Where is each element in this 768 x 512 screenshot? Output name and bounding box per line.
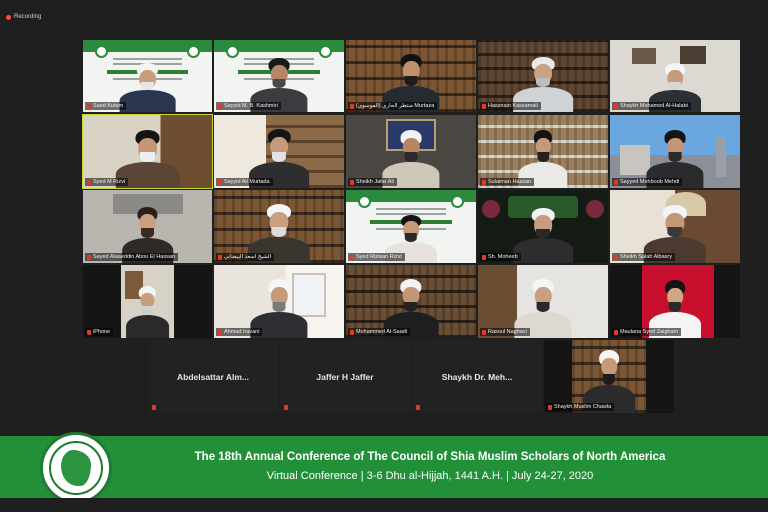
conference-banner [0,436,768,498]
participant-label: Sayyid M. B. Kashmiri [216,102,281,110]
video-tile-camera-off[interactable]: Jaffer H Jaffer [280,340,410,413]
mic-muted-icon [87,179,91,185]
video-tile[interactable]: Sulaiman Hassan [478,115,608,188]
video-tile[interactable]: Saed Kutam [83,40,212,112]
mic-muted-icon [614,254,618,260]
participant-label: Hassnain Kassamali [480,102,541,110]
participant-name-display: Abdelsattar Alm... [177,371,249,382]
participant-label: Sayyid Ali Murtada [216,178,273,186]
north-america-map-icon [61,450,91,486]
participant-label: Saed Kutam [85,102,127,110]
video-tile[interactable]: منتظر الحاري (الموسوي) Murtaza [346,40,476,112]
mic-muted-icon [350,329,354,335]
participant-label: Shaykh Muslim Chawla [546,403,615,411]
participant-label: Syed Rizwan Rizvi [348,253,405,261]
video-tile[interactable]: الشيخ اسعد البيضاني [214,190,344,263]
video-tile-camera-off[interactable]: Shaykh Dr. Meh... [412,340,542,413]
mic-muted-icon [350,179,354,185]
participant-label: Rasoul Naghavi [480,328,530,336]
video-tile[interactable]: Shaykh Mohamed Al-Halabi [610,40,740,112]
participant-label: Sulaiman Hassan [480,178,535,186]
mic-muted-icon [218,329,222,335]
video-tile[interactable]: Rasoul Naghavi [478,265,608,338]
video-tile[interactable]: iPhone [83,265,212,338]
participant-label: Maulana Syed Zaigham [612,328,682,336]
participant-label: منتظر الحاري (الموسوي) Murtaza [348,102,438,110]
participant-label [282,404,291,411]
mic-muted-icon [218,103,222,109]
mic-muted-icon [284,405,288,410]
mic-muted-icon [614,329,618,335]
video-tile[interactable]: Hassnain Kassamali [478,40,608,112]
conference-title: The 18th Annual Conference of The Counci… [194,451,666,463]
mic-muted-icon [614,103,618,109]
mic-muted-icon [218,179,222,185]
mic-muted-icon [482,179,486,185]
participant-name-display: Shaykh Dr. Meh... [441,371,513,382]
video-tile[interactable]: Sayyed Mehboob Mehdi [610,115,740,188]
video-tile[interactable]: Sh. Moheeb [478,190,608,263]
video-tile-active-speaker[interactable]: Syed M Rizvi [82,114,213,189]
mic-muted-icon [87,254,91,260]
participant-label: Sheikh Jafar Ali [348,178,397,186]
video-tile[interactable]: Sayyid M. B. Kashmiri [214,40,344,112]
mic-muted-icon [548,404,552,410]
participant-label: Sh. Moheeb [480,253,521,261]
participant-label: Mohammed Al-Saadi [348,328,411,336]
video-tile[interactable]: Ahmad Iravani [214,265,344,338]
mic-muted-icon [152,405,156,410]
video-tile[interactable]: Shaykh Muslim Chawla [544,340,674,413]
participant-label: Sayyed Mehboob Mehdi [612,178,683,186]
mic-muted-icon [350,254,354,260]
video-tile[interactable]: Sheikh Salah Albasry [610,190,740,263]
video-tile[interactable]: Syed Rizwan Rizvi [346,190,476,263]
participant-label [414,404,423,411]
mic-muted-icon [416,405,420,410]
mic-muted-icon [482,103,486,109]
conference-subtitle: Virtual Conference | 3-6 Dhu al-Hijjah, … [266,470,594,482]
video-tile[interactable]: Maulana Syed Zaigham [610,265,740,338]
council-seal-logo [40,432,112,504]
participant-name-display: Jaffer H Jaffer [316,371,374,382]
mic-muted-icon [87,103,91,109]
mic-muted-icon [87,329,91,335]
participant-label: Sheikh Salah Albasry [612,253,675,261]
video-tile[interactable]: Sayed Alaaeddin Abou El Hassan [83,190,212,263]
mic-muted-icon [482,254,486,260]
video-tile[interactable]: Sheikh Jafar Ali [346,115,476,188]
bottom-strip [0,498,768,512]
participant-label: Shaykh Mohamed Al-Halabi [612,102,691,110]
participant-label: Syed M Rizvi [85,178,129,186]
participant-label: الشيخ اسعد البيضاني [216,253,275,261]
mic-muted-icon [614,179,618,185]
participant-label: Ahmad Iravani [216,328,263,336]
participant-label: Sayed Alaaeddin Abou El Hassan [85,253,178,261]
mic-muted-icon [218,254,222,260]
video-tile-camera-off[interactable]: Abdelsattar Alm... [148,340,278,413]
video-tile[interactable]: Sayyid Ali Murtada [214,115,344,188]
mic-muted-icon [350,103,354,109]
participant-label: iPhone [85,328,114,336]
mic-muted-icon [482,329,486,335]
video-grid: Saed Kutam Sayyid M. B. Kashmiri منتظر ا… [0,0,768,440]
video-tile[interactable]: Mohammed Al-Saadi [346,265,476,338]
participant-label [150,404,159,411]
